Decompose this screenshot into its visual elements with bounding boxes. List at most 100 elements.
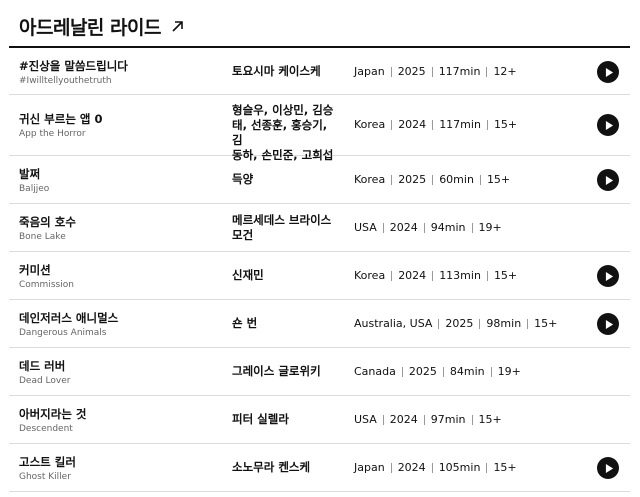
film-year: 2024 <box>397 461 426 474</box>
film-title-en: Descendent <box>19 424 73 434</box>
film-title-cell[interactable]: 데인저러스 애니멀스 Dangerous Animals <box>19 311 118 339</box>
film-row[interactable]: 데드 러버 Dead Lover 그레이스 글로위키 Canada 2025 8… <box>9 348 630 396</box>
director-line: 신재민 <box>232 268 264 282</box>
meta-divider <box>391 271 393 281</box>
film-runtime: 60min <box>439 173 474 186</box>
film-country: Australia, USA <box>354 317 433 330</box>
film-meta: Australia, USA 2025 98min 15+ <box>354 317 557 331</box>
film-meta: Korea 2025 60min 15+ <box>354 173 510 187</box>
film-title-ko[interactable]: 죽음의 호수 <box>19 215 76 229</box>
film-year: 2025 <box>398 173 427 186</box>
film-year: 2024 <box>398 118 427 131</box>
section-header[interactable]: 아드레날린 라이드 <box>19 12 185 40</box>
film-meta: Japan 2025 117min 12+ <box>354 65 517 79</box>
film-country: Canada <box>354 365 396 378</box>
film-country: Korea <box>354 269 386 282</box>
play-button[interactable] <box>597 169 619 191</box>
director-line: 형슬우, 이상민, 김승 <box>232 103 334 117</box>
play-icon <box>605 319 613 329</box>
film-title-en: #Iwilltellyouthetruth <box>19 76 112 86</box>
film-title-cell[interactable]: 아버지라는 것 Descendent <box>19 407 86 435</box>
meta-divider <box>490 367 492 377</box>
film-meta: USA 2024 94min 19+ <box>354 221 502 235</box>
film-row[interactable]: #진상을 말씀드립니다 #Iwilltellyouthetruth 토요시마 케… <box>9 48 630 95</box>
film-row[interactable]: 데인저러스 애니멀스 Dangerous Animals 숀 번 Austral… <box>9 300 630 348</box>
film-meta: Japan 2024 105min 15+ <box>354 461 517 475</box>
meta-divider <box>423 223 425 233</box>
play-button[interactable] <box>597 114 619 136</box>
film-row[interactable]: 귀신 부르는 앱 0 App the Horror 형슬우, 이상민, 김승 태… <box>9 95 630 162</box>
meta-divider <box>471 415 473 425</box>
director-line: 피터 실렐라 <box>232 412 289 426</box>
film-title-ko[interactable]: 커미션 <box>19 263 74 277</box>
film-title-cell[interactable]: 죽음의 호수 Bone Lake <box>19 215 76 243</box>
film-rating: 12+ <box>493 65 517 78</box>
play-button[interactable] <box>597 313 619 335</box>
film-rating: 15+ <box>493 461 517 474</box>
film-title-ko[interactable]: #진상을 말씀드립니다 <box>19 59 128 73</box>
film-row[interactable]: 발쩌 Baljjeo 득양 Korea 2025 60min 15+ <box>9 156 630 204</box>
meta-divider <box>442 367 444 377</box>
meta-divider <box>391 175 393 185</box>
film-runtime: 113min <box>439 269 481 282</box>
film-meta: USA 2024 97min 15+ <box>354 413 502 427</box>
film-row[interactable]: 아버지라는 것 Descendent 피터 실렐라 USA 2024 97min… <box>9 396 630 444</box>
film-row[interactable]: 죽음의 호수 Bone Lake 메르세데스 브라이스 모건 USA 2024 … <box>9 204 630 252</box>
film-country: Korea <box>354 173 386 186</box>
film-rating: 15+ <box>493 118 518 131</box>
film-title-ko[interactable]: 발쩌 <box>19 167 49 181</box>
meta-divider <box>486 120 488 130</box>
film-director: 숀 번 <box>232 316 340 331</box>
film-runtime: 94min <box>430 221 466 234</box>
film-rating: 19+ <box>478 221 502 234</box>
film-country: Japan <box>354 65 385 78</box>
play-icon <box>605 120 613 130</box>
arrow-up-right-icon[interactable] <box>170 19 185 34</box>
film-title-cell[interactable]: 고스트 킬러 Ghost Killer <box>19 455 76 483</box>
film-title-ko[interactable]: 귀신 부르는 앱 0 <box>19 112 103 126</box>
film-title-cell[interactable]: 커미션 Commission <box>19 263 74 291</box>
film-title-ko[interactable]: 고스트 킬러 <box>19 455 76 469</box>
play-icon <box>605 271 613 281</box>
film-runtime: 97min <box>430 413 466 426</box>
film-runtime: 84min <box>449 365 485 378</box>
film-row[interactable]: 고스트 킬러 Ghost Killer 소노무라 켄스케 Japan 2024 … <box>9 444 630 492</box>
film-country: USA <box>354 413 377 426</box>
director-line: 숀 번 <box>232 316 258 330</box>
meta-divider <box>390 67 392 77</box>
page-title: 아드레날린 라이드 <box>19 16 161 39</box>
director-line: 소노무라 켄스케 <box>232 460 311 474</box>
film-title-ko[interactable]: 데드 러버 <box>19 359 70 373</box>
director-line: 토요시마 케이스케 <box>232 64 321 78</box>
film-title-ko[interactable]: 아버지라는 것 <box>19 407 86 421</box>
film-title-ko[interactable]: 데인저러스 애니멀스 <box>19 311 118 325</box>
play-button[interactable] <box>597 265 619 287</box>
play-button[interactable] <box>597 61 619 83</box>
film-title-en: Ghost Killer <box>19 472 71 482</box>
play-icon <box>605 67 613 77</box>
film-title-en: Commission <box>19 280 74 290</box>
film-row[interactable]: 커미션 Commission 신재민 Korea 2024 113min 15+ <box>9 252 630 300</box>
film-title-cell[interactable]: 발쩌 Baljjeo <box>19 167 49 195</box>
meta-divider <box>382 415 384 425</box>
film-title-cell[interactable]: 귀신 부르는 앱 0 App the Horror <box>19 112 103 140</box>
play-icon <box>605 463 613 473</box>
film-list: #진상을 말씀드립니다 #Iwilltellyouthetruth 토요시마 케… <box>9 48 630 492</box>
meta-divider <box>432 175 434 185</box>
meta-divider <box>438 319 440 329</box>
film-title-en: Dead Lover <box>19 376 71 386</box>
meta-divider <box>382 223 384 233</box>
meta-divider <box>471 223 473 233</box>
film-year: 2025 <box>397 65 426 78</box>
film-title-cell[interactable]: #진상을 말씀드립니다 #Iwilltellyouthetruth <box>19 59 128 87</box>
meta-divider <box>431 67 433 77</box>
film-year: 2024 <box>389 221 418 234</box>
director-line: 태, 선종훈, 홍승기, 김 <box>232 118 328 147</box>
play-button[interactable] <box>597 457 619 479</box>
director-line: 모건 <box>232 228 254 242</box>
film-runtime: 117min <box>439 118 481 131</box>
film-title-cell[interactable]: 데드 러버 Dead Lover <box>19 359 70 387</box>
film-rating: 15+ <box>493 269 518 282</box>
meta-divider <box>432 271 434 281</box>
director-line: 그레이스 글로위키 <box>232 364 321 378</box>
